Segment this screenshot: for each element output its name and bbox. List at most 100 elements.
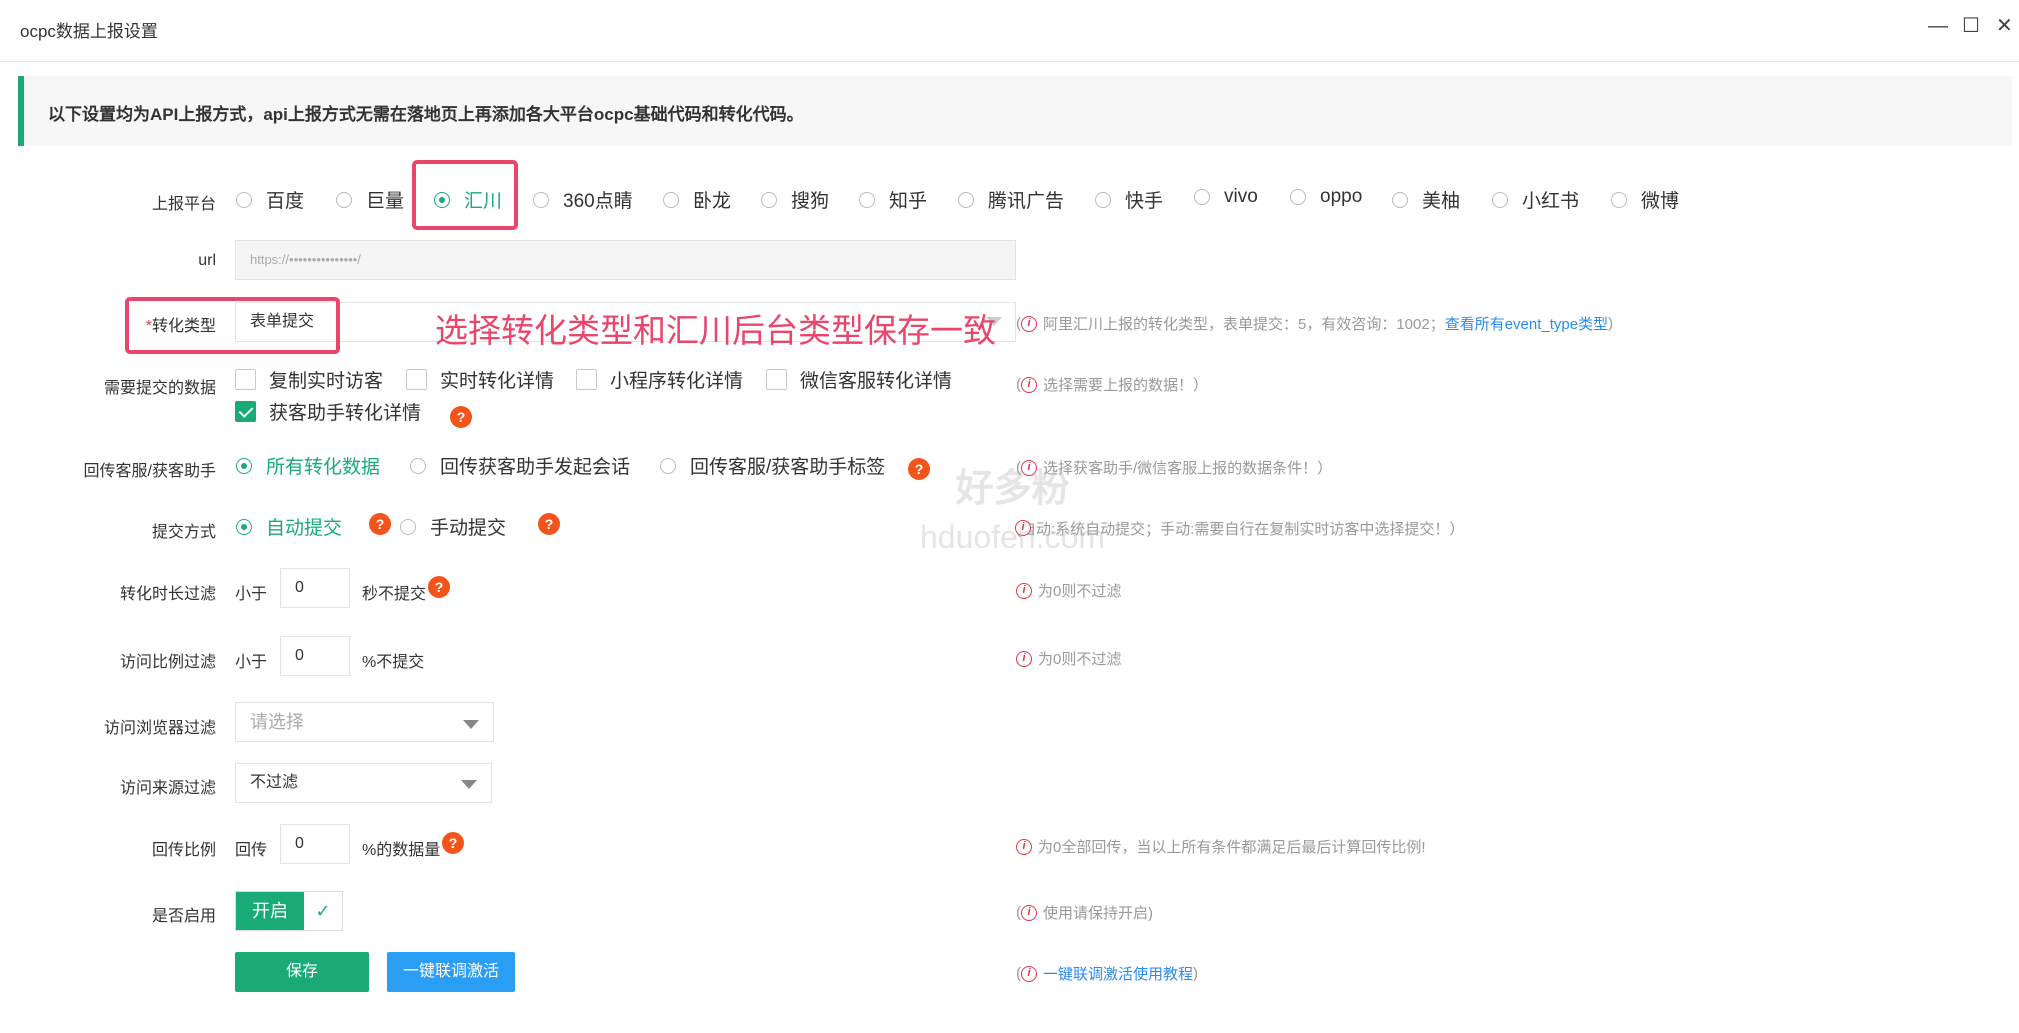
toggle-on-label: 开启: [236, 892, 304, 930]
radio-icon: [400, 518, 416, 535]
radio-icon: [1194, 189, 1210, 205]
duration-input[interactable]: 0: [280, 568, 350, 608]
callback-ratio-label: 回传比例: [151, 842, 216, 859]
radio-icon: [236, 191, 252, 208]
radio-icon: [1095, 191, 1111, 208]
ratio-info: i 为0则不过滤: [1016, 648, 1121, 669]
platform-option-weibo[interactable]: 微博: [1611, 186, 1679, 213]
checkbox-realtime-conversion[interactable]: 实时转化详情: [406, 366, 554, 393]
duration-prefix: 小于: [235, 586, 268, 603]
help-icon[interactable]: ?: [428, 576, 450, 598]
callback-option-session[interactable]: 回传获客助手发起会话: [410, 452, 630, 479]
radio-icon: [533, 191, 549, 208]
annotation-text: 选择转化类型和汇川后台类型保存一致: [435, 312, 996, 349]
checkbox-icon: [235, 369, 256, 390]
radio-icon: [410, 457, 426, 474]
info-icon: i: [1021, 376, 1037, 393]
callback-ratio-prefix: 回传: [235, 842, 268, 859]
ratio-filter-label: 访问比例过滤: [119, 654, 216, 671]
browser-filter-select[interactable]: 请选择: [235, 702, 494, 742]
notice-text: 以下设置均为API上报方式，api上报方式无需在落地页上再添加各大平台ocpc基…: [48, 105, 804, 124]
submit-mode-auto[interactable]: 自动提交: [236, 513, 342, 540]
ratio-prefix: 小于: [235, 654, 268, 671]
radio-icon: [859, 191, 875, 208]
watermark: 好多粉 hduofen.com: [920, 468, 1106, 555]
url-input[interactable]: https://•••••••••••••••/: [235, 240, 1016, 280]
radio-icon: [1492, 191, 1508, 208]
check-icon: ✓: [315, 901, 331, 921]
save-button[interactable]: 保存: [235, 952, 369, 992]
help-icon[interactable]: ?: [450, 406, 472, 428]
checkbox-miniprogram-conversion[interactable]: 小程序转化详情: [576, 366, 743, 393]
url-label: url: [198, 252, 216, 269]
duration-info: i 为0则不过滤: [1016, 580, 1121, 601]
radio-icon: [1392, 191, 1408, 208]
info-icon: i: [1021, 965, 1037, 982]
checkbox-assistant-conversion[interactable]: 获客助手转化详情: [235, 398, 421, 425]
check-icon: [235, 401, 256, 422]
info-icon: i: [1016, 650, 1032, 667]
radio-icon: [336, 191, 352, 208]
platform-option-360[interactable]: 360点睛: [533, 186, 633, 213]
platform-option-baidu[interactable]: 百度: [236, 186, 304, 213]
platform-option-wolong[interactable]: 卧龙: [663, 186, 731, 213]
help-icon[interactable]: ?: [369, 513, 391, 535]
radio-icon: [236, 518, 252, 535]
platform-option-tencent[interactable]: 腾讯广告: [958, 186, 1064, 213]
help-icon[interactable]: ?: [442, 832, 464, 854]
platform-option-meiyou[interactable]: 美柚: [1392, 186, 1460, 213]
tutorial-link[interactable]: 一键联调激活使用教程: [1043, 963, 1193, 984]
maximize-icon[interactable]: ☐: [1962, 14, 1980, 38]
data-submit-label: 需要提交的数据: [103, 380, 216, 397]
enabled-info: (i 使用请保持开启): [1016, 904, 1153, 922]
radio-icon: [663, 191, 679, 208]
ratio-suffix: %不提交: [362, 654, 425, 671]
callback-option-all[interactable]: 所有转化数据: [236, 452, 380, 479]
data-submit-info: (i 选择需要上报的数据！）: [1016, 376, 1209, 394]
platform-label: 上报平台: [151, 196, 216, 213]
platform-option-sougou[interactable]: 搜狗: [761, 186, 829, 213]
radio-icon: [434, 191, 450, 208]
info-icon: i: [1021, 315, 1037, 332]
window-title: ocpc数据上报设置: [20, 22, 158, 41]
enabled-toggle[interactable]: 开启 ✓: [235, 891, 343, 931]
platform-option-xiaohongshu[interactable]: 小红书: [1492, 186, 1579, 213]
info-icon: i: [1016, 582, 1032, 599]
checkbox-copy-visitors[interactable]: 复制实时访客: [235, 366, 383, 393]
platform-option-vivo[interactable]: vivo: [1194, 186, 1258, 208]
checkbox-icon: [406, 369, 427, 390]
activate-button[interactable]: 一键联调激活: [387, 952, 515, 992]
radio-icon: [1290, 189, 1306, 205]
source-filter-label: 访问来源过滤: [119, 780, 216, 797]
platform-option-juliang[interactable]: 巨量: [336, 186, 404, 213]
info-icon: i: [1016, 838, 1032, 855]
radio-icon: [761, 191, 777, 208]
tutorial-info: (i 一键联调激活使用教程): [1016, 963, 1199, 984]
source-filter-select[interactable]: 不过滤: [235, 763, 492, 803]
checkbox-icon: [576, 369, 597, 390]
help-icon[interactable]: ?: [538, 513, 560, 535]
callback-option-tag[interactable]: 回传客服/获客助手标签: [660, 452, 885, 479]
close-icon[interactable]: ✕: [1996, 14, 2013, 38]
radio-icon: [1611, 191, 1627, 208]
checkbox-wechat-conversion[interactable]: 微信客服转化详情: [766, 366, 952, 393]
callback-ratio-input[interactable]: 0: [280, 824, 350, 864]
chevron-down-icon: [461, 780, 477, 789]
callback-ratio-suffix: %的数据量: [362, 842, 441, 859]
minimize-icon[interactable]: —: [1928, 14, 1948, 38]
event-type-link[interactable]: 查看所有event_type类型: [1445, 313, 1608, 334]
radio-icon: [236, 457, 252, 474]
duration-filter-label: 转化时长过滤: [119, 586, 216, 603]
checkbox-icon: [766, 369, 787, 390]
platform-option-kuaishou[interactable]: 快手: [1095, 186, 1163, 213]
platform-option-zhihu[interactable]: 知乎: [859, 186, 927, 213]
submit-mode-manual[interactable]: 手动提交: [400, 513, 506, 540]
platform-option-huichuan[interactable]: 汇川: [434, 186, 502, 213]
callback-label: 回传客服/获客助手: [83, 463, 216, 480]
chevron-down-icon: [463, 720, 479, 729]
platform-option-oppo[interactable]: oppo: [1290, 186, 1362, 208]
ratio-input[interactable]: 0: [280, 636, 350, 676]
submit-mode-label: 提交方式: [151, 524, 216, 541]
browser-filter-label: 访问浏览器过滤: [103, 720, 216, 737]
enabled-label: 是否启用: [151, 908, 216, 925]
